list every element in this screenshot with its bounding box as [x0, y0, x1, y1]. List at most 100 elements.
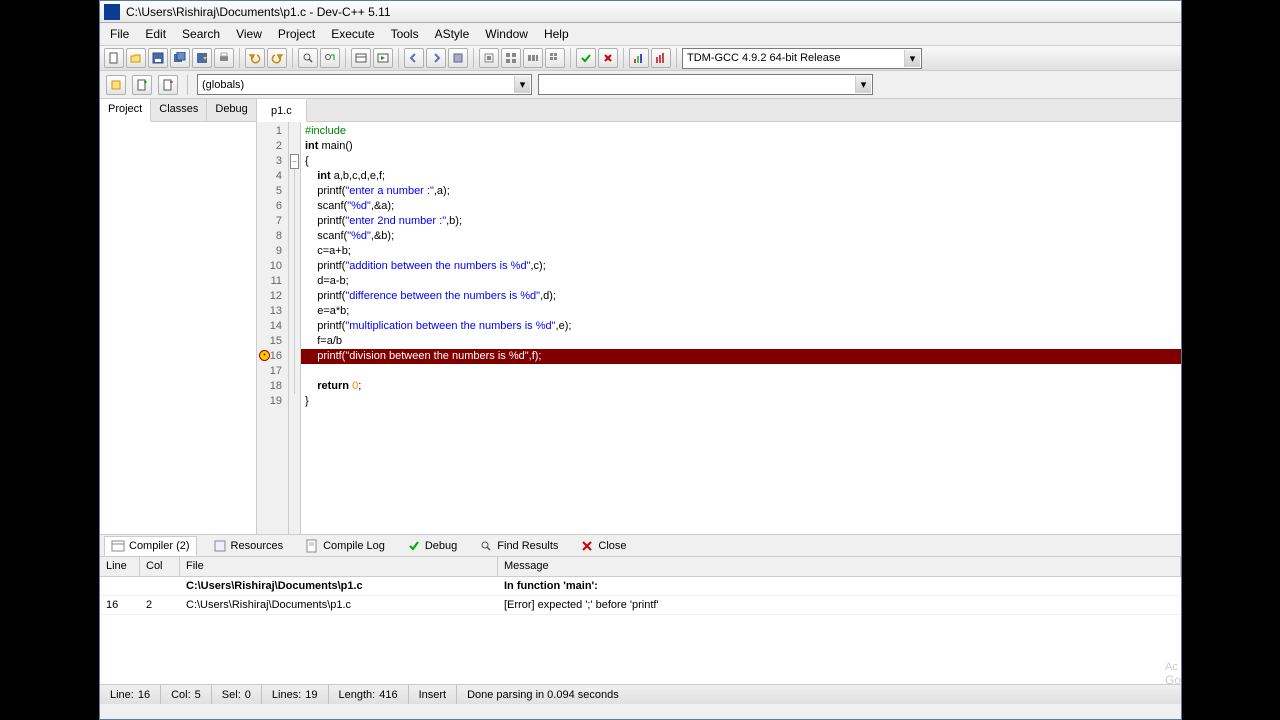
- add-file-button[interactable]: [132, 75, 152, 95]
- left-panel-tabs: Project Classes Debug: [100, 99, 256, 122]
- compiler-select[interactable]: TDM-GCC 4.9.2 64-bit Release ▾: [682, 48, 922, 69]
- menu-project[interactable]: Project: [270, 24, 323, 44]
- tab-bottom-debug[interactable]: Debug: [401, 537, 463, 555]
- delete-profile-button[interactable]: [651, 48, 671, 68]
- open-button[interactable]: [126, 48, 146, 68]
- tab-find-label: Find Results: [497, 540, 558, 552]
- header-message[interactable]: Message: [498, 557, 1181, 576]
- error-table-header: Line Col File Message: [100, 557, 1181, 577]
- tab-project[interactable]: Project: [100, 99, 151, 122]
- back-button[interactable]: [404, 48, 424, 68]
- close-icon: [580, 539, 594, 553]
- code-lines[interactable]: #includeint main(){ int a,b,c,d,e,f; pri…: [301, 122, 1181, 534]
- fold-column: −: [289, 122, 301, 534]
- find-icon: [479, 539, 493, 553]
- remove-file-button[interactable]: [158, 75, 178, 95]
- header-line[interactable]: Line: [100, 557, 140, 576]
- menu-window[interactable]: Window: [477, 24, 536, 44]
- find-button[interactable]: [298, 48, 318, 68]
- compiler-select-value: TDM-GCC 4.9.2 64-bit Release: [687, 52, 840, 64]
- menu-astyle[interactable]: AStyle: [427, 24, 478, 44]
- run-button[interactable]: [373, 48, 393, 68]
- tab-resources-label: Resources: [231, 540, 284, 552]
- editor-tab-p1[interactable]: p1.c: [257, 99, 307, 122]
- tab-close[interactable]: Close: [574, 537, 632, 555]
- app-icon: [104, 4, 120, 20]
- menu-view[interactable]: View: [228, 24, 270, 44]
- save-button[interactable]: [148, 48, 168, 68]
- rebuild-button[interactable]: [545, 48, 565, 68]
- tab-classes[interactable]: Classes: [151, 99, 207, 121]
- tab-close-label: Close: [598, 540, 626, 552]
- bottom-panel: Compiler (2) Resources Compile Log Debug…: [100, 534, 1181, 684]
- save-as-button[interactable]: [192, 48, 212, 68]
- compile-button[interactable]: [351, 48, 371, 68]
- error-table[interactable]: Line Col File Message C:\Users\Rishiraj\…: [100, 557, 1181, 684]
- debug-check-button[interactable]: [576, 48, 596, 68]
- profiler-button[interactable]: [629, 48, 649, 68]
- tab-bottom-debug-label: Debug: [425, 540, 457, 552]
- app-window: C:\Users\Rishiraj\Documents\p1.c - Dev-C…: [99, 0, 1182, 720]
- debug-stop-button[interactable]: [598, 48, 618, 68]
- resources-icon: [213, 539, 227, 553]
- menu-help[interactable]: Help: [536, 24, 577, 44]
- log-icon: [305, 539, 319, 553]
- left-panel: Project Classes Debug: [100, 99, 257, 534]
- status-parse: Done parsing in 0.094 seconds: [457, 685, 1181, 704]
- status-col: Col:5: [161, 685, 212, 704]
- status-lines: Lines:19: [262, 685, 329, 704]
- menu-search[interactable]: Search: [174, 24, 228, 44]
- status-sel: Sel:0: [212, 685, 262, 704]
- menubar: File Edit Search View Project Execute To…: [100, 23, 1181, 45]
- table-row[interactable]: 162C:\Users\Rishiraj\Documents\p1.c[Erro…: [100, 596, 1181, 615]
- editor-tabs: p1.c: [257, 99, 1181, 122]
- scope-toolbar: (globals) ▾ ▾: [100, 71, 1181, 99]
- header-file[interactable]: File: [180, 557, 498, 576]
- status-line: Line:16: [100, 685, 161, 704]
- tab-compile-log[interactable]: Compile Log: [299, 537, 391, 555]
- member-select[interactable]: ▾: [538, 74, 873, 95]
- table-row[interactable]: C:\Users\Rishiraj\Documents\p1.cIn funct…: [100, 577, 1181, 596]
- status-mode: Insert: [409, 685, 458, 704]
- statusbar: Line:16 Col:5 Sel:0 Lines:19 Length:416 …: [100, 684, 1181, 704]
- status-length: Length:416: [329, 685, 409, 704]
- print-button[interactable]: [214, 48, 234, 68]
- tab-debug[interactable]: Debug: [207, 99, 256, 121]
- goto-button[interactable]: [448, 48, 468, 68]
- chevron-down-icon: ▾: [514, 76, 530, 93]
- chevron-down-icon: ▾: [855, 76, 871, 93]
- menu-tools[interactable]: Tools: [383, 24, 427, 44]
- debug-icon: [407, 539, 421, 553]
- undo-button[interactable]: [245, 48, 265, 68]
- run2-button[interactable]: [501, 48, 521, 68]
- bottom-tabs: Compiler (2) Resources Compile Log Debug…: [100, 535, 1181, 557]
- compile2-button[interactable]: [479, 48, 499, 68]
- tab-compiler[interactable]: Compiler (2): [104, 536, 197, 556]
- chevron-down-icon: ▾: [904, 50, 920, 67]
- line-gutter: 12345678910111213141516•171819: [257, 122, 289, 534]
- compiler-icon: [111, 539, 125, 553]
- header-col[interactable]: Col: [140, 557, 180, 576]
- scope-select-value: (globals): [202, 79, 244, 91]
- scope-select[interactable]: (globals) ▾: [197, 74, 532, 95]
- redo-button[interactable]: [267, 48, 287, 68]
- tab-resources[interactable]: Resources: [207, 537, 290, 555]
- tab-find-results[interactable]: Find Results: [473, 537, 564, 555]
- titlebar[interactable]: C:\Users\Rishiraj\Documents\p1.c - Dev-C…: [100, 1, 1181, 23]
- editor-area: p1.c 12345678910111213141516•171819 − #i…: [257, 99, 1181, 534]
- compile-run-button[interactable]: [523, 48, 543, 68]
- main-area: Project Classes Debug p1.c 1234567891011…: [100, 99, 1181, 534]
- menu-edit[interactable]: Edit: [137, 24, 174, 44]
- menu-execute[interactable]: Execute: [323, 24, 382, 44]
- new-file-button[interactable]: [104, 48, 124, 68]
- new-project-button[interactable]: [106, 75, 126, 95]
- menu-file[interactable]: File: [102, 24, 137, 44]
- tab-log-label: Compile Log: [323, 540, 385, 552]
- forward-button[interactable]: [426, 48, 446, 68]
- code-editor[interactable]: 12345678910111213141516•171819 − #includ…: [257, 122, 1181, 534]
- replace-button[interactable]: [320, 48, 340, 68]
- project-tree[interactable]: [100, 122, 256, 534]
- tab-compiler-label: Compiler (2): [129, 540, 190, 552]
- window-title: C:\Users\Rishiraj\Documents\p1.c - Dev-C…: [126, 5, 391, 19]
- save-all-button[interactable]: [170, 48, 190, 68]
